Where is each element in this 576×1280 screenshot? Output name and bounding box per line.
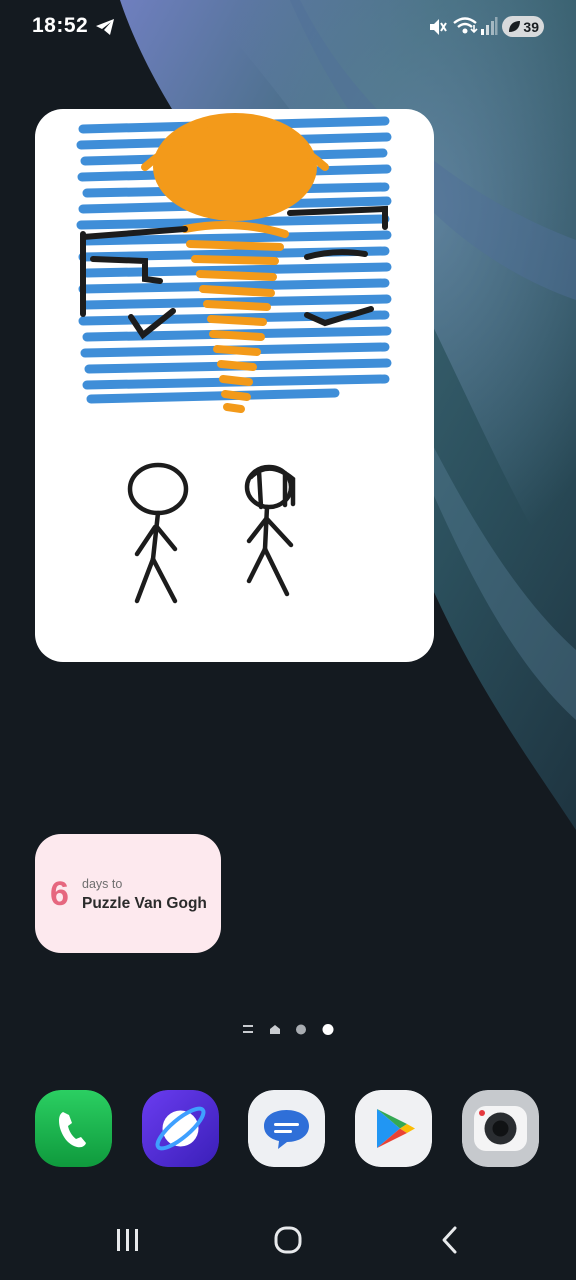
sketch-drawing: [76, 113, 392, 604]
status-bar: 18:52 39: [0, 0, 576, 56]
drawing-widget[interactable]: [35, 109, 434, 662]
play-store-icon[interactable]: [355, 1090, 432, 1167]
back-button[interactable]: [436, 1224, 464, 1256]
telegram-icon: [96, 19, 114, 35]
page-dot-active: [322, 1024, 334, 1035]
battery-level: 39: [523, 18, 539, 35]
recents-button[interactable]: [112, 1226, 144, 1254]
cellular-signal-icon: [481, 17, 498, 35]
phone-icon[interactable]: [35, 1090, 112, 1167]
list-page-icon: [243, 1025, 253, 1033]
page-dot: [296, 1024, 306, 1035]
page-indicator[interactable]: [0, 1020, 576, 1040]
wifi-icon: [453, 17, 478, 34]
internet-icon[interactable]: [142, 1090, 219, 1167]
vibrate-mute-icon: [430, 19, 447, 35]
messages-icon[interactable]: [248, 1090, 325, 1167]
battery-saver-leaf-icon: [509, 21, 520, 32]
home-page-icon: [270, 1025, 280, 1034]
dday-title: Puzzle Van Gogh: [82, 895, 207, 912]
clock: 18:52: [32, 14, 89, 37]
camera-icon[interactable]: [462, 1090, 539, 1167]
dday-caption: days to: [82, 877, 123, 891]
battery-badge: 39: [502, 16, 544, 37]
dday-count: 6: [50, 875, 69, 913]
home-button[interactable]: [272, 1224, 304, 1256]
